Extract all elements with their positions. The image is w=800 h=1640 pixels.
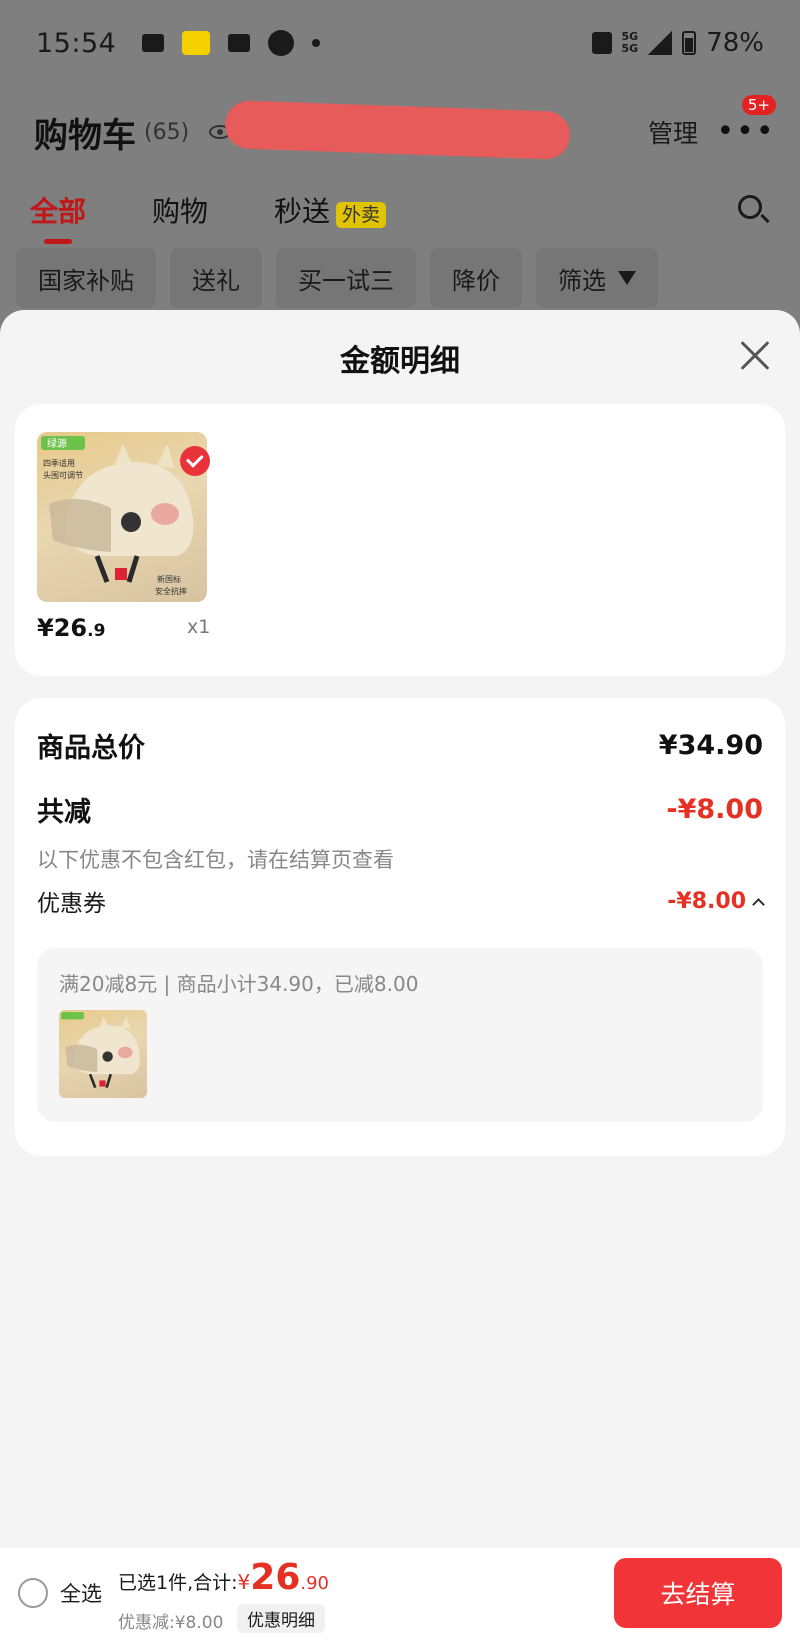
manage-button[interactable]: 管理: [648, 114, 698, 150]
tab-instant[interactable]: 秒送 外卖: [274, 190, 387, 230]
chip-national-subsidy[interactable]: 国家补贴: [16, 248, 156, 308]
product-thumbnail[interactable]: [59, 1010, 147, 1098]
feature-text-2: 头围可调节: [43, 470, 83, 480]
amount-detail-sheet: 金额明细 绿源 四季适用 头围可调节 新国标 安全抗摔 ¥26.9 x1 商品总…: [0, 310, 800, 1548]
status-right: 5G 5G 78%: [591, 28, 764, 58]
select-all-radio[interactable]: [18, 1578, 48, 1608]
summary-label: 已选1件,合计:: [118, 1572, 238, 1594]
helmet-thumbnail-image: [61, 1012, 140, 1089]
saving-text: 优惠减:¥8.00: [118, 1613, 224, 1633]
badge-text-1: 新国标: [157, 574, 181, 584]
product-card: 绿源 四季适用 头围可调节 新国标 安全抗摔 ¥26.9 x1: [15, 404, 785, 676]
calendar-icon: [268, 30, 295, 56]
chip-price-drop[interactable]: 降价: [430, 248, 522, 308]
chevron-up-icon[interactable]: [752, 897, 765, 911]
selected-check-icon[interactable]: [180, 446, 210, 476]
chip-try-three[interactable]: 买一试三: [276, 248, 416, 308]
total-amount-dec: .90: [300, 1573, 330, 1594]
tab-instant-label: 秒送: [274, 195, 331, 228]
discount-detail-button[interactable]: 优惠明细: [237, 1604, 325, 1633]
checkout-button[interactable]: 去结算: [614, 1558, 782, 1628]
chip-gift[interactable]: 送礼: [170, 248, 262, 308]
item-price: ¥26.9: [37, 614, 105, 642]
notification-badge: 5+: [741, 95, 776, 115]
coupon-label: 优惠券: [37, 891, 106, 917]
feature-text-1: 四季适用: [43, 458, 75, 468]
selection-summary: 已选1件,合计: ¥ 26 .90: [118, 1557, 330, 1598]
cart-tabs: 全部 购物 秒送 外卖: [0, 180, 800, 244]
tab-instant-tag: 外卖: [336, 202, 387, 228]
app-icon: [182, 31, 211, 55]
dot-icon: [312, 39, 321, 47]
battery-level: 78%: [706, 28, 764, 58]
coupon-value-wrap: -¥8.00: [667, 888, 765, 914]
discount-note: 以下优惠不包含红包，请在结算页查看: [37, 848, 394, 872]
signal-icon: [648, 31, 673, 55]
nfc-icon: [591, 32, 612, 54]
page-title: 购物车: [34, 115, 136, 156]
discount-row: 共减 -¥8.00: [37, 790, 763, 829]
discount-value: -¥8.00: [666, 794, 763, 825]
item-quantity: x1: [187, 616, 211, 638]
cart-header: 购物车 (65) 管理 ••• 5+: [0, 95, 800, 168]
total-row: 商品总价 ¥34.90: [37, 726, 763, 765]
network-indicator: 5G 5G: [622, 31, 639, 55]
more-icon: •••: [716, 114, 776, 149]
coupon-value: -¥8.00: [667, 888, 746, 914]
search-icon[interactable]: [736, 193, 770, 227]
brand-text: 绿源: [47, 437, 67, 450]
total-value: ¥34.90: [658, 730, 763, 761]
status-bar: 15:54 5G 5G 78%: [0, 0, 800, 86]
price-detail-card: 商品总价 ¥34.90 共减 -¥8.00 以下优惠不包含红包，请在结算页查看 …: [15, 698, 785, 1156]
chip-filter[interactable]: 筛选: [536, 248, 658, 308]
item-price-dec: .9: [87, 621, 106, 641]
tab-all[interactable]: 全部: [30, 190, 86, 244]
badge-text-2: 安全抗摔: [155, 586, 187, 596]
coupon-row[interactable]: 优惠券 -¥8.00: [37, 884, 765, 918]
close-icon[interactable]: [738, 340, 770, 372]
message-icon: [142, 34, 165, 52]
status-time: 15:54: [36, 27, 117, 59]
battery-icon: [682, 31, 697, 55]
coupon-detail-box: 满20减8元 | 商品小计34.90，已减8.00: [37, 948, 763, 1122]
tab-shopping[interactable]: 购物: [152, 190, 208, 230]
coupon-description: 满20减8元 | 商品小计34.90，已减8.00: [59, 972, 419, 996]
redacted-address: [224, 99, 571, 161]
more-button[interactable]: ••• 5+: [716, 95, 776, 147]
network-bottom: 5G: [621, 42, 639, 55]
sheet-title: 金额明细: [340, 344, 460, 379]
filter-icon: [618, 271, 636, 285]
checkout-bar: 全选 已选1件,合计: ¥ 26 .90 优惠减:¥8.00 优惠明细 去结算: [0, 1548, 800, 1640]
filter-chips: 国家补贴 送礼 买一试三 降价 筛选: [16, 248, 658, 308]
select-all-label[interactable]: 全选: [60, 1578, 102, 1608]
total-currency: ¥: [237, 1570, 251, 1594]
chip-filter-label: 筛选: [558, 266, 606, 295]
mail-icon: [228, 34, 251, 52]
cart-count: (65): [144, 119, 190, 145]
total-amount-int: 26: [250, 1557, 301, 1598]
discount-label: 共减: [37, 797, 91, 828]
total-label: 商品总价: [37, 733, 145, 764]
item-price-int: ¥26: [37, 614, 88, 642]
